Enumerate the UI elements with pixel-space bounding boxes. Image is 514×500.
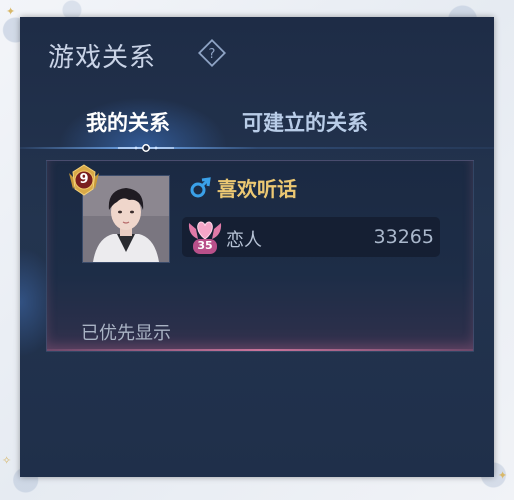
tab-my-relations[interactable]: 我的关系 — [86, 107, 170, 137]
game-relations-panel: 游戏关系 ? 我的关系 可建立的关系 9 喜欢听话 35 恋人 33265 已优… — [20, 17, 494, 477]
active-tab-indicator-icon — [118, 144, 174, 152]
rank-level: 9 — [79, 172, 89, 187]
svg-text:?: ? — [209, 47, 216, 62]
relation-card[interactable]: 9 喜欢听话 35 恋人 33265 已优先显示 — [46, 160, 474, 352]
tab-available-relations[interactable]: 可建立的关系 — [242, 107, 368, 137]
page-title: 游戏关系 — [48, 43, 157, 73]
question-diamond-icon[interactable]: ? — [198, 39, 226, 67]
relation-info: 35 恋人 33265 — [182, 217, 440, 257]
male-icon — [190, 177, 211, 198]
rank-badge: 9 — [65, 163, 103, 197]
sparkle-decoration: ✧ — [2, 454, 12, 467]
intimacy-value: 33265 — [373, 226, 434, 248]
relation-type-label: 恋人 — [226, 230, 262, 251]
sparkle-decoration: ✦ — [498, 469, 508, 482]
relation-level-badge: 35 — [186, 217, 224, 257]
relation-level: 35 — [197, 239, 213, 252]
priority-display-status: 已优先显示 — [81, 323, 171, 344]
tab-divider-line — [20, 147, 494, 149]
player-name[interactable]: 喜欢听话 — [217, 173, 297, 202]
sparkle-decoration: ✦ — [6, 5, 16, 18]
relation-tabs: 我的关系 可建立的关系 — [20, 97, 494, 155]
